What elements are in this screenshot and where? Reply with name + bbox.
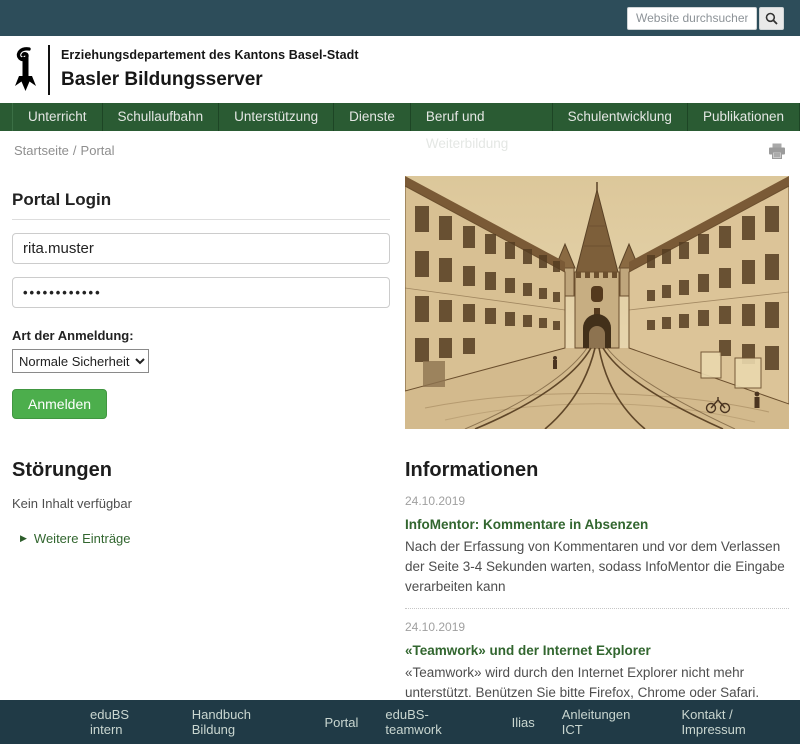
- top-row: Portal Login Art der Anmeldung: Normale …: [12, 170, 789, 429]
- basel-crest-icon: [12, 47, 39, 93]
- header-divider: [48, 45, 50, 95]
- breadcrumb-separator: /: [73, 143, 77, 158]
- footer-link-ilias[interactable]: Ilias: [512, 715, 535, 730]
- informationen-title: Informationen: [405, 459, 789, 482]
- footer-link-edubs-teamwork[interactable]: eduBS-teamwork: [385, 707, 484, 737]
- nav-item-schullaufbahn[interactable]: Schullaufbahn: [103, 103, 220, 131]
- footer: eduBS intern Handbuch Bildung Portal edu…: [0, 700, 800, 744]
- password-field[interactable]: [12, 277, 390, 308]
- breadcrumb-row: Startseite / Portal: [0, 131, 800, 170]
- news-date: 24.10.2019: [405, 620, 789, 634]
- breadcrumb: Startseite / Portal: [14, 143, 115, 158]
- nav-item-dienste[interactable]: Dienste: [334, 103, 411, 131]
- footer-link-portal[interactable]: Portal: [324, 715, 358, 730]
- username-field[interactable]: [12, 233, 390, 264]
- news-title-link[interactable]: InfoMentor: Kommentare in Absenzen: [405, 517, 789, 532]
- login-panel: Portal Login Art der Anmeldung: Normale …: [12, 170, 390, 429]
- search-button[interactable]: [759, 7, 784, 30]
- printer-icon[interactable]: [768, 143, 786, 159]
- footer-link-kontakt-impressum[interactable]: Kontakt / Impressum: [681, 707, 800, 737]
- footer-link-anleitungen-ict[interactable]: Anleitungen ICT: [562, 707, 655, 737]
- auth-type-select[interactable]: Normale Sicherheit: [12, 349, 149, 373]
- portal-page: Erziehungsdepartement des Kantons Basel-…: [0, 0, 800, 744]
- stoerungen-title: Störungen: [12, 459, 390, 482]
- site-search: [627, 7, 784, 30]
- footer-link-handbuch-bildung[interactable]: Handbuch Bildung: [192, 707, 298, 737]
- news-item: 24.10.2019 InfoMentor: Kommentare in Abs…: [405, 494, 789, 609]
- news-title-link[interactable]: «Teamwork» und der Internet Explorer: [405, 643, 789, 658]
- search-input[interactable]: [627, 7, 757, 30]
- news-date: 24.10.2019: [405, 494, 789, 508]
- auth-type-label: Art der Anmeldung:: [12, 328, 390, 343]
- nav-item-publikationen[interactable]: Publikationen: [688, 103, 800, 131]
- login-button[interactable]: Anmelden: [12, 389, 107, 419]
- footer-link-edubs-intern[interactable]: eduBS intern: [90, 707, 165, 737]
- site-title: Basler Bildungsserver: [61, 69, 359, 91]
- nav-item-schulentwicklung[interactable]: Schulentwicklung: [553, 103, 688, 131]
- portal-image-panel: [405, 170, 789, 429]
- breadcrumb-current: Portal: [81, 143, 115, 158]
- more-entries-label: Weitere Einträge: [34, 531, 131, 546]
- department-name: Erziehungsdepartement des Kantons Basel-…: [61, 48, 359, 62]
- main-content: Portal Login Art der Anmeldung: Normale …: [0, 170, 800, 744]
- stoerungen-empty-text: Kein Inhalt verfügbar: [12, 496, 390, 511]
- nav-item-beruf-weiterbildung[interactable]: Beruf und Weiterbildung: [411, 103, 553, 131]
- breadcrumb-home[interactable]: Startseite: [14, 143, 69, 158]
- nav-item-unterstuetzung[interactable]: Unterstützung: [219, 103, 334, 131]
- search-icon: [765, 12, 778, 25]
- top-bar: [0, 0, 800, 36]
- nav-item-unterricht[interactable]: Unterricht: [12, 103, 103, 131]
- news-body: «Teamwork» wird durch den Internet Explo…: [405, 663, 789, 703]
- site-header: Erziehungsdepartement des Kantons Basel-…: [0, 36, 800, 103]
- header-titles: Erziehungsdepartement des Kantons Basel-…: [61, 48, 359, 91]
- basel-street-drawing: [405, 176, 789, 429]
- more-entries-link[interactable]: ▶ Weitere Einträge: [20, 531, 390, 546]
- triangle-right-icon: ▶: [20, 533, 27, 544]
- news-body: Nach der Erfassung von Kommentaren und v…: [405, 537, 789, 597]
- login-title: Portal Login: [12, 190, 390, 220]
- main-nav: Unterricht Schullaufbahn Unterstützung D…: [0, 103, 800, 131]
